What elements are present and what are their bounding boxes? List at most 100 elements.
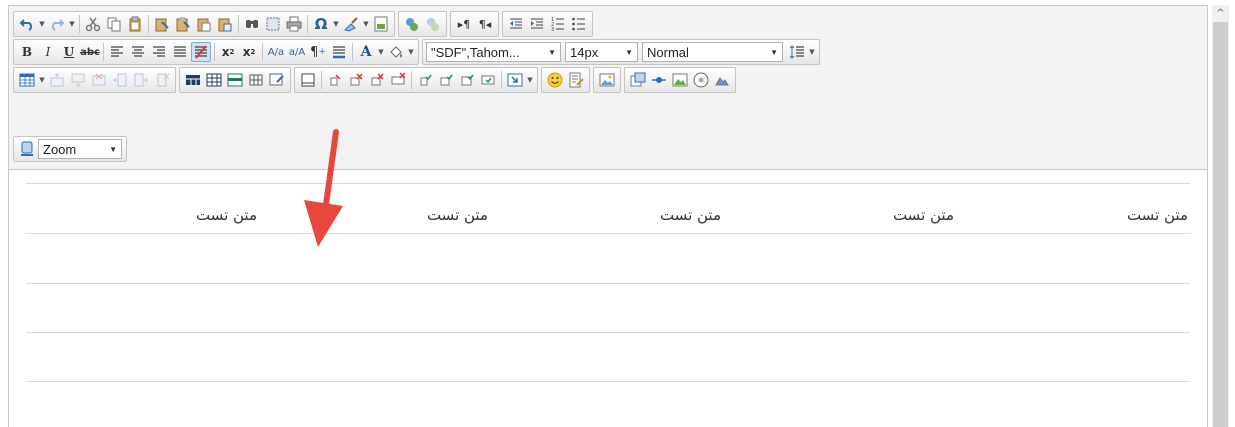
ltr-icon[interactable]: ▸¶ [454, 14, 474, 34]
cell-check-1-icon[interactable] [415, 70, 435, 90]
align-center-icon[interactable] [128, 42, 148, 62]
italic-icon[interactable]: I [38, 42, 58, 62]
cell-properties-icon[interactable] [505, 70, 525, 90]
table-properties-icon[interactable] [267, 70, 287, 90]
justify-icon[interactable] [170, 42, 190, 62]
strikethrough-icon[interactable]: abc [80, 42, 100, 62]
cell-split-icon[interactable] [388, 70, 408, 90]
insert-table-dropdown-icon[interactable]: ▼ [38, 70, 46, 90]
zoom-icon [17, 139, 37, 159]
cell-check-4-icon[interactable] [478, 70, 498, 90]
line-spacing-icon[interactable] [329, 42, 349, 62]
zoom-value: Zoom [43, 141, 77, 157]
align-right-icon[interactable] [149, 42, 169, 62]
table-style-striped-icon[interactable] [225, 70, 245, 90]
insert-picture-icon[interactable] [670, 70, 690, 90]
separator [148, 15, 149, 33]
separator [321, 71, 322, 89]
copy-icon[interactable] [104, 14, 124, 34]
unlink-icon[interactable] [423, 14, 443, 34]
cell-delete-icon[interactable] [346, 70, 366, 90]
bold-icon[interactable]: B [17, 42, 37, 62]
table-style-header-icon[interactable] [183, 70, 203, 90]
undo-dropdown-icon[interactable]: ▼ [38, 14, 46, 34]
justify-none-icon[interactable] [191, 42, 211, 62]
emoticon-icon[interactable] [545, 70, 565, 90]
insert-column-right-icon[interactable] [131, 70, 151, 90]
delete-row-icon[interactable] [89, 70, 109, 90]
superscript-icon[interactable]: x2 [218, 42, 238, 62]
cut-icon[interactable] [83, 14, 103, 34]
line-height-dropdown-icon[interactable]: ▼ [808, 42, 816, 62]
cell-merge-icon[interactable] [367, 70, 387, 90]
align-left-icon[interactable] [107, 42, 127, 62]
toolbar-row-1: ▼ ▼ Ω ▼ ▼ ▸¶ ¶◂ 1 2 3 [13, 11, 596, 37]
cell-group: ▼ [294, 67, 538, 93]
underline-icon[interactable]: U [59, 42, 79, 62]
zoom-select[interactable]: Zoom ▼ [38, 139, 122, 159]
undo-button[interactable] [17, 14, 37, 34]
ordered-list-icon[interactable]: 123 [548, 14, 568, 34]
highlight-color-icon[interactable] [386, 42, 406, 62]
cell-check-2-icon[interactable] [436, 70, 456, 90]
subscript-icon[interactable]: x2 [239, 42, 259, 62]
table-cell[interactable]: متن تست [1127, 206, 1188, 224]
cell-insert-icon[interactable] [325, 70, 345, 90]
image-gallery-icon[interactable] [628, 70, 648, 90]
font-size-select[interactable]: 14px ▼ [565, 42, 638, 62]
table-cell[interactable]: متن تست [660, 206, 721, 224]
redo-dropdown-icon[interactable]: ▼ [68, 14, 76, 34]
scroll-thumb[interactable] [1213, 22, 1228, 427]
line-height-icon[interactable] [787, 42, 807, 62]
table-cell[interactable]: متن تست [427, 206, 488, 224]
highlight-color-dropdown-icon[interactable]: ▼ [407, 42, 415, 62]
insert-image-icon[interactable] [597, 70, 617, 90]
cleanup-icon[interactable] [341, 14, 361, 34]
select-all-icon[interactable] [263, 14, 283, 34]
table-style-small-grid-icon[interactable] [246, 70, 266, 90]
insert-link-icon[interactable] [402, 14, 422, 34]
editor-content-area[interactable]: متن تست متن تست متن تست متن تست متن تست [8, 170, 1208, 427]
special-char-icon[interactable]: Ω [311, 14, 331, 34]
paragraph-icon[interactable]: ¶ + [308, 42, 328, 62]
uppercase-icon[interactable]: A/a [266, 42, 286, 62]
insert-snippet-icon[interactable] [566, 70, 586, 90]
font-color-icon[interactable]: A [356, 42, 376, 62]
table-cell[interactable]: متن تست [196, 206, 257, 224]
indent-icon[interactable] [527, 14, 547, 34]
table-cell[interactable]: متن تست [893, 206, 954, 224]
paste-text-icon[interactable] [152, 14, 172, 34]
media-icon[interactable] [691, 70, 711, 90]
paste-html-icon[interactable] [194, 14, 214, 34]
cell-box-icon[interactable] [298, 70, 318, 90]
insert-table-icon[interactable] [17, 70, 37, 90]
print-icon[interactable] [284, 14, 304, 34]
paste-special-icon[interactable] [215, 14, 235, 34]
paste-icon[interactable] [125, 14, 145, 34]
insert-row-above-icon[interactable] [47, 70, 67, 90]
font-color-dropdown-icon[interactable]: ▼ [377, 42, 385, 62]
vertical-scrollbar[interactable]: ^ [1212, 5, 1229, 427]
cleanup-dropdown-icon[interactable]: ▼ [362, 14, 370, 34]
template-icon[interactable] [371, 14, 391, 34]
scroll-up-icon[interactable]: ^ [1212, 5, 1229, 22]
insert-column-left-icon[interactable] [110, 70, 130, 90]
format-select[interactable]: Normal ▼ [642, 42, 783, 62]
cell-properties-dropdown-icon[interactable]: ▼ [526, 70, 534, 90]
divider [26, 183, 1190, 184]
unordered-list-icon[interactable] [569, 14, 589, 34]
font-family-select[interactable]: "SDF",Tahom... ▼ [426, 42, 561, 62]
insert-row-below-icon[interactable] [68, 70, 88, 90]
flash-icon[interactable] [649, 70, 669, 90]
paste-word-icon[interactable] [173, 14, 193, 34]
table-style-grid-icon[interactable] [204, 70, 224, 90]
rtl-icon[interactable]: ¶◂ [475, 14, 495, 34]
lowercase-icon[interactable]: a/A [287, 42, 307, 62]
cell-check-3-icon[interactable] [457, 70, 477, 90]
find-icon[interactable] [242, 14, 262, 34]
delete-column-icon[interactable] [152, 70, 172, 90]
outdent-icon[interactable] [506, 14, 526, 34]
redo-button[interactable] [47, 14, 67, 34]
picture-frame-icon[interactable] [712, 70, 732, 90]
special-char-dropdown-icon[interactable]: ▼ [332, 14, 340, 34]
